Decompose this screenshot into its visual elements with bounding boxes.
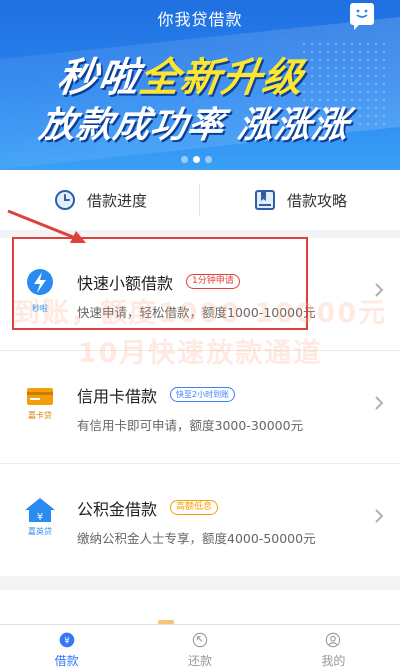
product-description: 缴纳公积金人士专享，额度4000-50000元 xyxy=(77,531,316,546)
pager-dot-active xyxy=(193,156,200,163)
product-card-housing-fund-loan[interactable]: ¥ 嘉英贷 公积金借款 高额低息 缴纳公积金人士专享，额度4000-50000元 xyxy=(0,464,400,576)
repay-icon xyxy=(192,632,208,648)
banner-headline-white: 秒啦 xyxy=(54,55,143,101)
loan-guide-link[interactable]: 借款攻略 xyxy=(200,170,400,230)
svg-text:¥: ¥ xyxy=(64,636,70,646)
banner-subheadline: 放款成功率 涨涨涨 xyxy=(36,105,352,146)
app-title: 你我贷借款 xyxy=(157,10,243,29)
book-icon xyxy=(254,190,275,210)
housing-fund-logo-icon: ¥ 嘉英贷 xyxy=(25,498,55,536)
product-tag: 快至2小时到账 xyxy=(170,387,236,402)
nav-tab-repay[interactable]: 还款 xyxy=(133,625,266,669)
yen-circle-icon: ¥ xyxy=(59,632,74,648)
chevron-right-icon xyxy=(375,396,384,410)
svg-text:¥: ¥ xyxy=(37,512,43,523)
chevron-right-icon xyxy=(375,283,384,297)
user-icon xyxy=(326,632,341,648)
credit-card-logo-caption: 嘉卡贷 xyxy=(28,410,52,420)
pager-dot xyxy=(205,156,212,163)
product-description: 有信用卡即可申请，额度3000-30000元 xyxy=(77,418,304,433)
loan-guide-label: 借款攻略 xyxy=(286,191,347,210)
product-name: 信用卡借款 xyxy=(77,387,158,406)
pager-dot xyxy=(181,156,188,163)
nav-tab-label: 借款 xyxy=(54,654,79,668)
nav-tab-label: 还款 xyxy=(187,654,212,668)
bottom-navigation: ¥ 借款 还款 我的 xyxy=(0,624,400,669)
promo-banner[interactable]: 你我贷借款 秒啦全新升级 放款成功率 涨涨涨 xyxy=(0,0,400,170)
quick-divider xyxy=(199,184,200,216)
banner-headline-yellow: 全新升级 xyxy=(136,55,307,101)
chat-icon[interactable] xyxy=(350,3,374,30)
housing-fund-logo-caption: 嘉英贷 xyxy=(28,526,52,536)
product-name: 公积金借款 xyxy=(77,500,158,519)
nav-tab-borrow[interactable]: ¥ 借款 xyxy=(0,625,133,669)
nav-tab-mine[interactable]: 我的 xyxy=(267,625,400,669)
product-tag: 高额低息 xyxy=(170,500,219,515)
nav-tab-label: 我的 xyxy=(321,654,346,668)
annotation-arrow-icon xyxy=(7,209,86,243)
highlight-annotation xyxy=(12,237,308,330)
banner-pager xyxy=(181,156,212,163)
banner-headline: 秒啦全新升级 xyxy=(54,45,308,103)
chevron-right-icon xyxy=(375,509,384,523)
credit-card-logo-icon: 嘉卡贷 xyxy=(27,388,53,420)
product-card-credit-card-loan[interactable]: 嘉卡贷 信用卡借款 快至2小时到账 有信用卡即可申请，额度3000-30000元 xyxy=(0,351,400,463)
